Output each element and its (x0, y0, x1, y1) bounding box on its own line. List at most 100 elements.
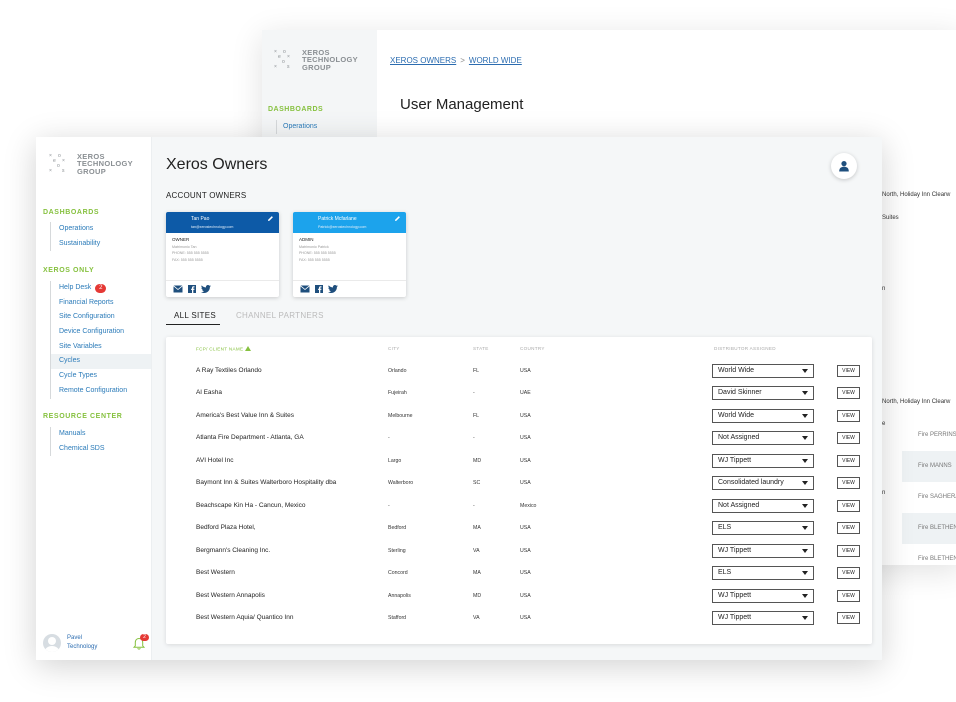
sidebar-item-site-variables[interactable]: Site Variables (51, 340, 151, 355)
cell-client-name: Best Western Annapolis (196, 591, 265, 599)
column-header-country[interactable]: COUNTRY (520, 346, 545, 351)
facebook-icon[interactable] (315, 285, 323, 293)
breadcrumb-xeros-owners[interactable]: XEROS OWNERS (390, 56, 456, 65)
view-button[interactable]: VIEW (837, 387, 860, 400)
sidebar-item-chemical-sds[interactable]: Chemical SDS (51, 442, 151, 457)
cell-client-name: Al Easha (196, 389, 223, 397)
peek-table: Fire PERRINS Fire MANNS Fire SAGHERA Fir… (902, 420, 956, 565)
table-row: Best Western Annapolis Annapolis MD USA WJ T… (166, 585, 872, 607)
pencil-icon[interactable] (267, 215, 274, 222)
distributor-select[interactable]: ELS (712, 521, 814, 536)
cell-city: Stafford (388, 614, 407, 621)
view-button[interactable]: VIEW (837, 454, 860, 467)
sidebar: × o e × o × s XEROS TECHNOLOGY GROUP DASHBOA… (36, 137, 152, 660)
sidebar-item-site-configuration[interactable]: Site Configuration (51, 310, 151, 325)
view-button[interactable]: VIEW (837, 589, 860, 602)
cell-client-name: America's Best Value Inn & Suites (196, 411, 294, 419)
distributor-select[interactable]: WJ Tippett (712, 588, 814, 603)
svg-text:s: s (287, 64, 290, 70)
sidebar-item-sustainability[interactable]: Sustainability (51, 237, 151, 252)
view-button[interactable]: VIEW (837, 499, 860, 512)
cell-client-name: Bedford Plaza Hotel, (196, 524, 256, 532)
twitter-icon[interactable] (328, 285, 338, 293)
view-button[interactable]: VIEW (837, 432, 860, 445)
pencil-icon[interactable] (394, 215, 401, 222)
cell-city: Fujeirah (388, 390, 407, 397)
cell-state: - (473, 390, 475, 397)
sidebar-item-remote-configuration[interactable]: Remote Configuration (51, 384, 151, 399)
column-header-city[interactable]: CITY (388, 346, 400, 351)
back-sidebar-item-operations[interactable]: Operations (276, 120, 317, 134)
mail-icon[interactable] (173, 285, 183, 293)
distributor-select[interactable]: ELS (712, 566, 814, 581)
card-body: OWNER Matrimonio Tan PHONE: 555 555 5555… (166, 233, 279, 280)
card-detail: FAX: 555 555 5555 (299, 257, 330, 262)
dropdown-arrow-icon (802, 481, 808, 486)
card-detail: FAX: 555 555 5555 (172, 257, 203, 262)
cell-city: - (388, 435, 390, 442)
view-button[interactable]: VIEW (837, 611, 860, 624)
tab-channel-partners[interactable]: CHANNEL PARTNERS (228, 311, 328, 325)
sidebar-item-manuals[interactable]: Manuals (51, 427, 151, 442)
cell-country: USA (520, 592, 531, 599)
cell-city: Sterling (388, 547, 406, 554)
card-header: Patrick Mcfarlane Patrick@xerostechnolog… (293, 212, 406, 233)
column-header-state[interactable]: STATE (473, 346, 489, 351)
distributor-select[interactable]: David Skinner (712, 386, 814, 401)
distributor-select[interactable]: WJ Tippett (712, 453, 814, 468)
facebook-icon[interactable] (188, 285, 196, 293)
distributor-select[interactable]: World Wide (712, 364, 814, 378)
card-owner-name: Tan Pao (191, 216, 210, 222)
dashboards-list: Operations Sustainability (50, 222, 151, 252)
table-row: Best Western Concord MA USA ELS VIEW (166, 562, 872, 584)
cell-country: USA (520, 457, 531, 464)
view-button[interactable]: VIEW (837, 365, 860, 377)
sidebar-item-help-desk[interactable]: Help Desk 2 (51, 281, 151, 296)
sidebar-item-financial-reports[interactable]: Financial Reports (51, 296, 151, 311)
card-header: Tan Pao tan@xerostechnology.com (166, 212, 279, 233)
distributor-select[interactable]: WJ Tippett (712, 543, 814, 558)
cell-state: MA (473, 525, 481, 532)
cell-country: USA (520, 525, 531, 532)
view-button[interactable]: VIEW (837, 522, 860, 535)
peek-text: North, Holiday Inn Clearw (882, 399, 951, 405)
distributor-select[interactable]: Not Assigned (712, 431, 814, 446)
dropdown-arrow-icon (802, 413, 808, 418)
distributor-select[interactable]: World Wide (712, 408, 814, 423)
view-button[interactable]: VIEW (837, 409, 860, 422)
cell-state: - (473, 435, 475, 442)
distributor-select[interactable]: Not Assigned (712, 498, 814, 513)
svg-text:×: × (274, 49, 277, 55)
distributor-value: ELS (718, 569, 732, 577)
twitter-icon[interactable] (201, 285, 211, 293)
sidebar-item-cycles[interactable]: Cycles (51, 354, 151, 370)
user-profile[interactable]: Pavel Technology (43, 634, 97, 652)
sidebar-item-cycle-types[interactable]: Cycle Types (51, 369, 151, 384)
distributor-select[interactable]: Consolidated laundry (712, 476, 814, 491)
mail-icon[interactable] (300, 285, 310, 293)
help-desk-badge: 2 (95, 283, 107, 293)
view-button[interactable]: VIEW (837, 544, 860, 557)
cell-country: USA (520, 435, 531, 442)
distributor-value: WJ Tippett (718, 546, 752, 554)
account-menu-button[interactable] (831, 153, 857, 179)
tab-all-sites[interactable]: ALL SITES (166, 311, 220, 325)
view-button[interactable]: VIEW (837, 567, 860, 580)
sidebar-item-operations[interactable]: Operations (51, 222, 151, 237)
column-header-distributor[interactable]: DISTRIBUTOR ASSIGNED (714, 346, 776, 351)
cell-client-name: AVI Hotel Inc (196, 456, 234, 464)
distributor-select[interactable]: WJ Tippett (712, 610, 814, 625)
peek-row: Fire MANNS (902, 451, 956, 482)
cell-state: MD (473, 592, 482, 599)
sidebar-item-device-configuration[interactable]: Device Configuration (51, 325, 151, 340)
distributor-value: WJ Tippett (718, 591, 752, 599)
back-section-dashboards: DASHBOARDS (268, 106, 324, 113)
view-button[interactable]: VIEW (837, 477, 860, 490)
cell-state: VA (473, 614, 480, 621)
distributor-value: Not Assigned (718, 434, 760, 442)
cell-state: MA (473, 570, 481, 577)
breadcrumb-world-wide[interactable]: WORLD WIDE (469, 56, 522, 65)
distributor-value: Not Assigned (718, 501, 760, 509)
column-header-name[interactable]: FCP/ CLIENT NAME (196, 346, 251, 352)
cell-client-name: Beachscape Kin Ha - Cancun, Mexico (196, 501, 306, 509)
